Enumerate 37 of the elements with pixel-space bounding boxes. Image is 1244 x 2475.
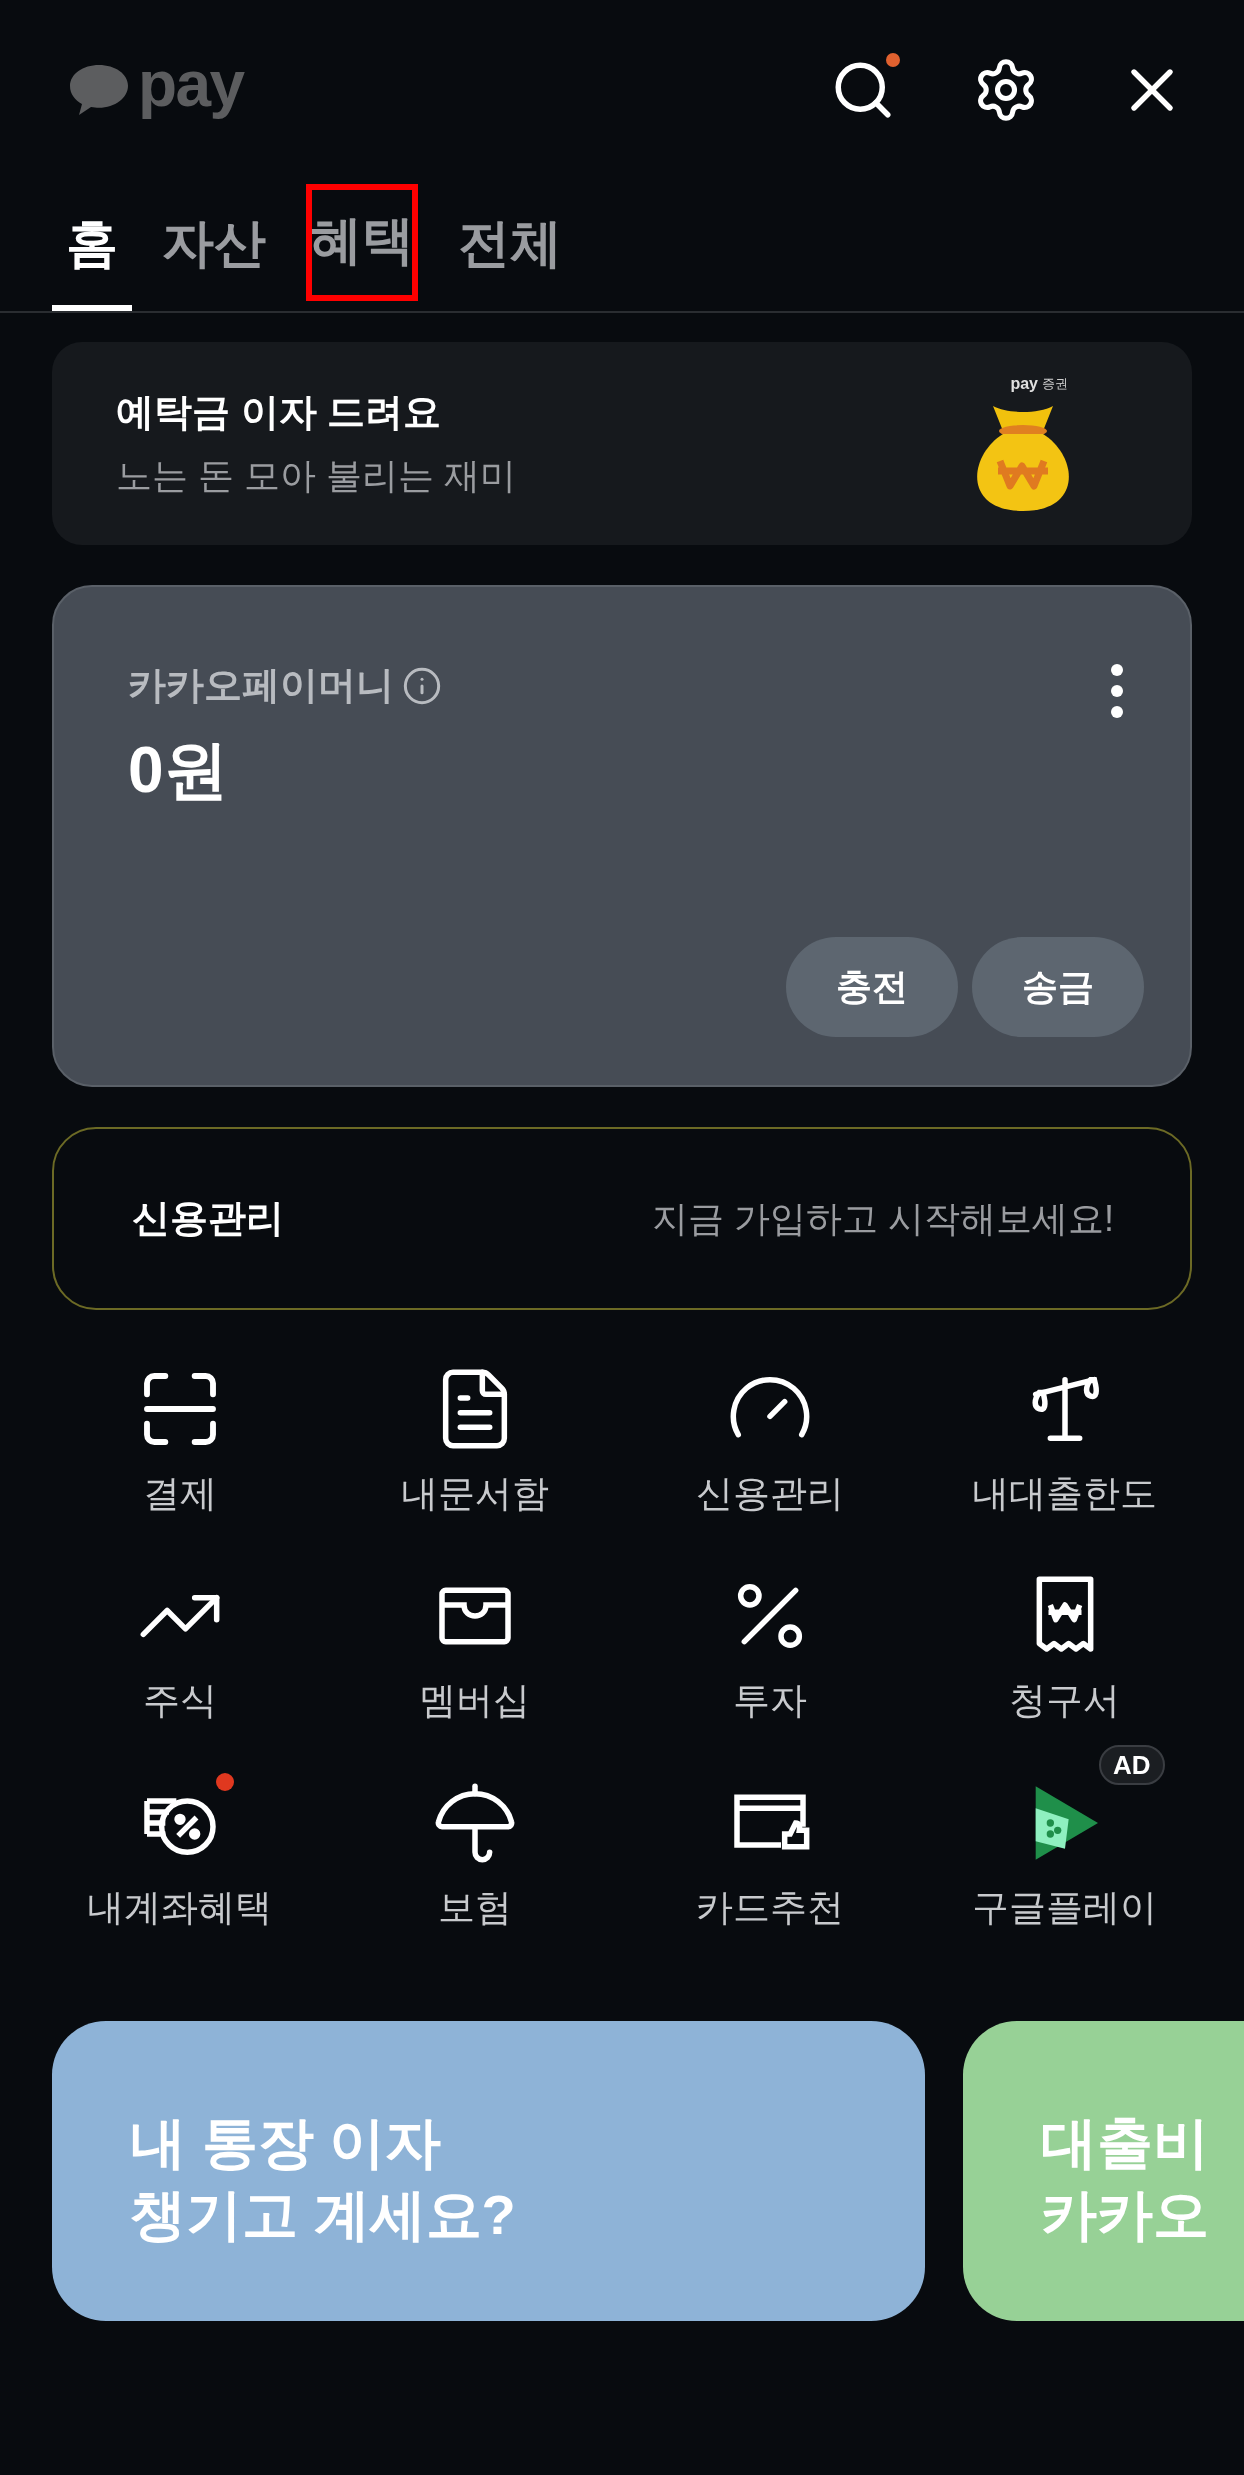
promo-card-title: 챙기고 계세요? xyxy=(130,2182,517,2248)
action-button[interactable]: 충전 xyxy=(786,937,958,1037)
menu-item[interactable]: 청구서 xyxy=(917,1532,1212,1719)
credit-title: 신용관리 xyxy=(132,1196,284,1241)
tab[interactable]: 전체 xyxy=(444,180,576,311)
menu-item[interactable]: 결제 xyxy=(32,1325,327,1512)
tab[interactable]: 홈 xyxy=(52,180,132,311)
menu-item[interactable]: 내계좌혜택 xyxy=(32,1739,327,1926)
menu-item[interactable]: 보험 xyxy=(327,1739,622,1926)
promo-card-title: 카카오 xyxy=(1041,2182,1210,2248)
info-icon[interactable] xyxy=(402,665,442,706)
account-label: 카카오페이머니 xyxy=(128,663,394,708)
promo-banner[interactable]: 예탁금 이자 드려요 노는 돈 모아 불리는 재미 pay 증권 xyxy=(52,342,1192,545)
brand-suffix: 증권 xyxy=(1042,374,1068,393)
credit-hint: 지금 가입하고 시작해보세요! xyxy=(652,1196,1114,1241)
menu-item[interactable]: 신용관리 xyxy=(622,1325,917,1512)
banner-subtitle: 노는 돈 모아 불리는 재미 xyxy=(116,454,516,498)
more-icon xyxy=(1110,663,1124,719)
promo-card-title: 대출비 xyxy=(1041,2110,1210,2176)
tab[interactable]: 자산 xyxy=(148,180,280,311)
promo-card-title: 내 통장 이자 xyxy=(130,2110,443,2176)
ad-badge: AD xyxy=(1098,1745,1165,1785)
brand-text: pay xyxy=(1010,373,1038,394)
more-button[interactable] xyxy=(1110,663,1124,719)
banner-title: 예탁금 이자 드려요 xyxy=(116,390,443,435)
action-button[interactable]: 송금 xyxy=(972,937,1144,1037)
menu-item[interactable]: 주식 xyxy=(32,1532,327,1719)
balance-amount: 0원 xyxy=(128,738,229,802)
menu-item[interactable]: 내대출한도 xyxy=(917,1325,1212,1512)
menu-item[interactable]: 카드추천 xyxy=(622,1739,917,1926)
speech-bubble-icon xyxy=(68,63,130,117)
menu-item[interactable]: AD 구글플레이 xyxy=(917,1739,1212,1926)
menu-item[interactable]: 멤버십 xyxy=(327,1532,622,1719)
credit-banner[interactable]: 신용관리 지금 가입하고 시작해보세요! xyxy=(52,1127,1192,1310)
menu-item[interactable]: 투자 xyxy=(622,1532,917,1719)
tab[interactable]: 혜택 xyxy=(296,174,428,311)
menu-item[interactable]: 내문서함 xyxy=(327,1325,622,1512)
